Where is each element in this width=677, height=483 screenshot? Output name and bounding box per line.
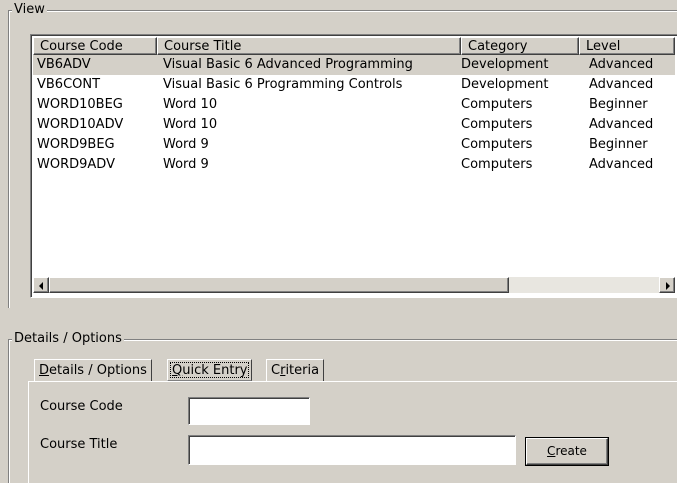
- cell-level: Beginner: [589, 97, 648, 112]
- cell-course-title: Word 9: [163, 157, 209, 172]
- course-title-input[interactable]: [188, 435, 516, 465]
- details-options-group-title: Details / Options: [12, 331, 124, 347]
- cell-category: Computers: [461, 97, 533, 112]
- table-row[interactable]: VB6ADV Visual Basic 6 Advanced Programmi…: [33, 55, 675, 75]
- arrow-right-icon: [666, 282, 670, 290]
- cell-course-title: Visual Basic 6 Programming Controls: [163, 77, 403, 92]
- cell-course-code: WORD9BEG: [37, 137, 115, 152]
- tab-criteria[interactable]: Criteria: [266, 359, 325, 381]
- cell-course-title: Visual Basic 6 Advanced Programming: [163, 57, 413, 72]
- course-listview[interactable]: Course Code Course Title Category Level …: [30, 34, 677, 298]
- column-header-level[interactable]: Level: [579, 37, 675, 55]
- tab-quick-entry[interactable]: Quick Entry: [167, 359, 253, 381]
- tab-mnemonic: D: [39, 363, 50, 378]
- cell-course-code: WORD10ADV: [37, 117, 124, 132]
- tab-label: iteria: [285, 363, 320, 378]
- tab-label: C: [271, 363, 281, 378]
- horizontal-scrollbar[interactable]: [33, 277, 675, 293]
- tab-details-options[interactable]: Details / Options: [34, 359, 152, 381]
- table-row[interactable]: WORD10BEG Word 10 Computers Beginner: [33, 95, 675, 115]
- cell-course-code: VB6ADV: [37, 57, 91, 72]
- cell-level: Advanced: [589, 77, 654, 92]
- tab-label: etails / Options: [49, 363, 147, 378]
- column-header-course-code[interactable]: Course Code: [33, 37, 157, 55]
- table-row[interactable]: VB6CONT Visual Basic 6 Programming Contr…: [33, 75, 675, 95]
- course-title-label: Course Title: [40, 437, 118, 452]
- cell-course-title: Word 10: [163, 97, 218, 112]
- course-code-input[interactable]: [188, 397, 310, 425]
- table-row[interactable]: WORD9BEG Word 9 Computers Beginner: [33, 135, 675, 155]
- tab-label: uick Entry: [182, 363, 248, 378]
- cell-category: Development: [461, 77, 549, 92]
- table-row[interactable]: WORD9ADV Word 9 Computers Advanced: [33, 155, 675, 175]
- cell-level: Beginner: [589, 137, 648, 152]
- scroll-thumb[interactable]: [49, 277, 509, 293]
- table-row[interactable]: WORD10ADV Word 10 Computers Advanced: [33, 115, 675, 135]
- cell-course-code: WORD9ADV: [37, 157, 115, 172]
- create-button[interactable]: Create: [525, 437, 609, 466]
- course-code-label: Course Code: [40, 399, 123, 414]
- cell-category: Development: [461, 57, 549, 72]
- tab-panel: [28, 381, 677, 483]
- cell-category: Computers: [461, 137, 533, 152]
- cell-category: Computers: [461, 157, 533, 172]
- button-label: reate: [555, 444, 587, 458]
- arrow-left-icon: [39, 282, 43, 290]
- column-header-course-title[interactable]: Course Title: [157, 37, 461, 55]
- cell-course-code: WORD10BEG: [37, 97, 123, 112]
- cell-category: Computers: [461, 117, 533, 132]
- column-header-category[interactable]: Category: [461, 37, 579, 55]
- cell-level: Advanced: [589, 117, 654, 132]
- cell-course-code: VB6CONT: [37, 77, 101, 92]
- view-group-title: View: [12, 2, 47, 18]
- cell-course-title: Word 10: [163, 117, 218, 132]
- cell-level: Advanced: [589, 57, 654, 72]
- scroll-left-button[interactable]: [33, 277, 49, 293]
- scroll-right-button[interactable]: [659, 277, 675, 293]
- cell-course-title: Word 9: [163, 137, 209, 152]
- cell-level: Advanced: [589, 157, 654, 172]
- tab-mnemonic: Q: [172, 363, 183, 378]
